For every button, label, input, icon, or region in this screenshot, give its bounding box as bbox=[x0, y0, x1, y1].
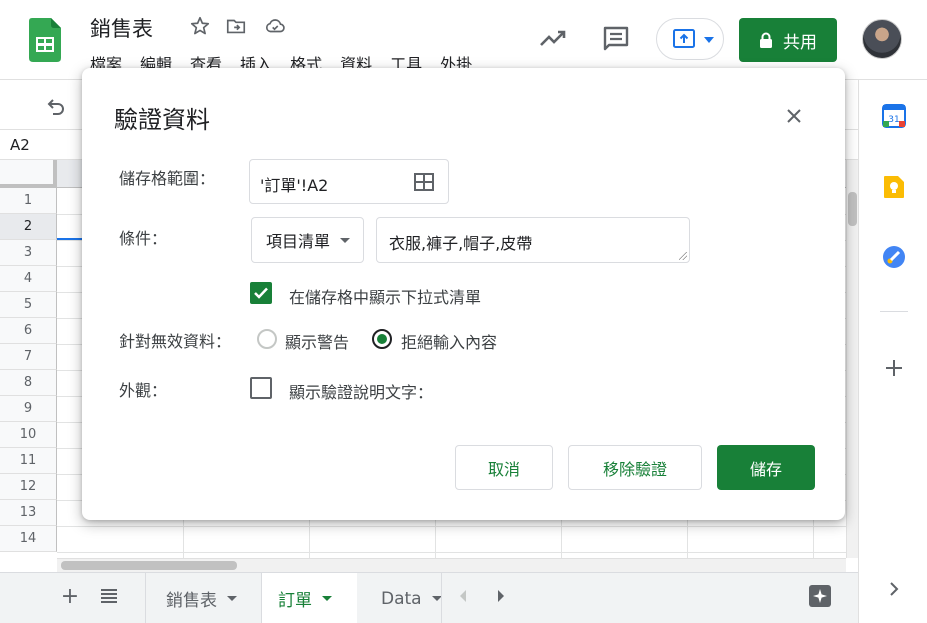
star-icon[interactable] bbox=[189, 15, 211, 37]
chevron-down-icon bbox=[340, 237, 351, 243]
row-header[interactable]: 3 bbox=[0, 240, 57, 266]
show-dropdown-checkbox[interactable] bbox=[250, 282, 272, 304]
sheet-tab-bar: 銷售表 訂單 Data bbox=[0, 572, 858, 623]
range-label: 儲存格範圍： bbox=[119, 169, 216, 188]
present-button[interactable] bbox=[656, 18, 724, 60]
row-header[interactable]: 12 bbox=[0, 474, 57, 500]
tab-label: 訂單 bbox=[278, 591, 312, 611]
chevron-down-icon[interactable] bbox=[322, 596, 332, 601]
radio-show-warning[interactable] bbox=[257, 329, 277, 349]
tab-divider bbox=[441, 572, 442, 623]
cancel-button[interactable]: 取消 bbox=[455, 445, 553, 490]
row-header[interactable]: 9 bbox=[0, 396, 57, 422]
keep-icon[interactable] bbox=[882, 175, 906, 199]
tab-label: 銷售表 bbox=[166, 591, 217, 611]
side-panel bbox=[858, 80, 927, 623]
row-header[interactable]: 7 bbox=[0, 344, 57, 370]
invalid-data-label: 針對無效資料： bbox=[119, 332, 232, 351]
checkmark-icon bbox=[254, 287, 268, 299]
row-header[interactable]: 5 bbox=[0, 292, 57, 318]
add-addon-icon[interactable] bbox=[882, 356, 906, 380]
tab-divider bbox=[261, 572, 262, 623]
radio-reject-input-label[interactable]: 拒絕輸入內容 bbox=[401, 329, 497, 353]
share-label: 共用 bbox=[783, 32, 817, 53]
document-title[interactable]: 銷售表 bbox=[90, 13, 153, 43]
cell-range-value: '訂單'!A2 bbox=[260, 176, 329, 195]
scroll-tabs-right-icon[interactable] bbox=[491, 584, 511, 608]
criteria-label: 條件： bbox=[119, 229, 168, 248]
grid-select-icon[interactable] bbox=[413, 171, 435, 193]
scroll-thumb[interactable] bbox=[61, 561, 237, 570]
present-icon bbox=[673, 29, 695, 48]
row-header[interactable]: 1 bbox=[0, 188, 57, 214]
help-text-label[interactable]: 顯示驗證說明文字： bbox=[289, 379, 433, 403]
radio-show-warning-label[interactable]: 顯示警告 bbox=[285, 329, 349, 353]
comment-icon[interactable] bbox=[601, 24, 631, 54]
undo-icon[interactable] bbox=[44, 96, 66, 118]
row-header[interactable]: 6 bbox=[0, 318, 57, 344]
add-sheet-icon[interactable]: + bbox=[58, 584, 82, 609]
vertical-scrollbar[interactable] bbox=[846, 160, 858, 558]
tab-sheet-data[interactable]: Data bbox=[365, 573, 458, 623]
criteria-list-value: 衣服,褲子,帽子,皮帶 bbox=[389, 234, 533, 253]
name-box[interactable]: A2 bbox=[10, 136, 30, 154]
cell-range-field[interactable]: '訂單'!A2 bbox=[249, 159, 449, 204]
row-header[interactable]: 10 bbox=[0, 422, 57, 448]
row-header[interactable]: 8 bbox=[0, 370, 57, 396]
criteria-type-value: 項目清單 bbox=[266, 232, 331, 251]
close-icon[interactable] bbox=[782, 104, 806, 128]
calendar-icon[interactable]: 31 bbox=[882, 104, 906, 128]
appearance-label: 外觀： bbox=[119, 381, 168, 400]
horizontal-scrollbar[interactable] bbox=[57, 558, 846, 572]
resize-handle[interactable] bbox=[679, 252, 687, 260]
all-sheets-icon[interactable] bbox=[97, 584, 121, 608]
sheets-logo[interactable] bbox=[29, 18, 61, 62]
move-to-folder-icon[interactable] bbox=[225, 15, 247, 37]
chevron-down-icon[interactable] bbox=[227, 596, 237, 601]
row-header[interactable]: 14 bbox=[0, 526, 57, 552]
chevron-down-icon bbox=[704, 37, 714, 43]
save-button[interactable]: 儲存 bbox=[717, 445, 815, 490]
radio-reject-input[interactable] bbox=[372, 329, 392, 349]
remove-validation-button[interactable]: 移除驗證 bbox=[568, 445, 702, 490]
avatar[interactable] bbox=[862, 19, 902, 59]
row-header[interactable]: 4 bbox=[0, 266, 57, 292]
side-divider bbox=[880, 311, 908, 312]
help-text-checkbox[interactable] bbox=[250, 377, 272, 399]
grid-line bbox=[57, 526, 846, 527]
tab-sheet-sales[interactable]: 銷售表 bbox=[150, 573, 253, 623]
criteria-type-dropdown[interactable]: 項目清單 bbox=[251, 217, 364, 263]
expand-panel-icon[interactable] bbox=[882, 577, 906, 601]
tab-divider bbox=[145, 572, 146, 623]
row-header[interactable]: 13 bbox=[0, 500, 57, 526]
row-header[interactable]: 2 bbox=[0, 214, 57, 240]
tab-label: Data bbox=[381, 588, 422, 609]
scroll-thumb[interactable] bbox=[848, 192, 857, 226]
activity-trend-icon[interactable] bbox=[538, 24, 568, 54]
tab-sheet-orders[interactable]: 訂單 bbox=[262, 573, 357, 623]
share-button[interactable]: 共用 bbox=[739, 18, 837, 62]
tasks-icon[interactable] bbox=[882, 245, 906, 269]
cloud-status-icon[interactable] bbox=[264, 15, 286, 37]
svg-text:31: 31 bbox=[888, 115, 899, 125]
row-header[interactable]: 11 bbox=[0, 448, 57, 474]
criteria-list-input[interactable]: 衣服,褲子,帽子,皮帶 bbox=[376, 217, 690, 263]
grid-line bbox=[57, 552, 846, 553]
dialog-title: 驗證資料 bbox=[114, 106, 210, 134]
select-all-corner[interactable] bbox=[0, 160, 57, 188]
show-dropdown-label[interactable]: 在儲存格中顯示下拉式清單 bbox=[289, 284, 481, 308]
data-validation-dialog: 驗證資料 儲存格範圍： '訂單'!A2 條件： 項目清單 衣服,褲子,帽子,皮帶… bbox=[82, 68, 845, 520]
scroll-tabs-left-icon[interactable] bbox=[453, 584, 473, 608]
lock-icon bbox=[760, 32, 772, 48]
explore-icon[interactable] bbox=[808, 584, 832, 608]
